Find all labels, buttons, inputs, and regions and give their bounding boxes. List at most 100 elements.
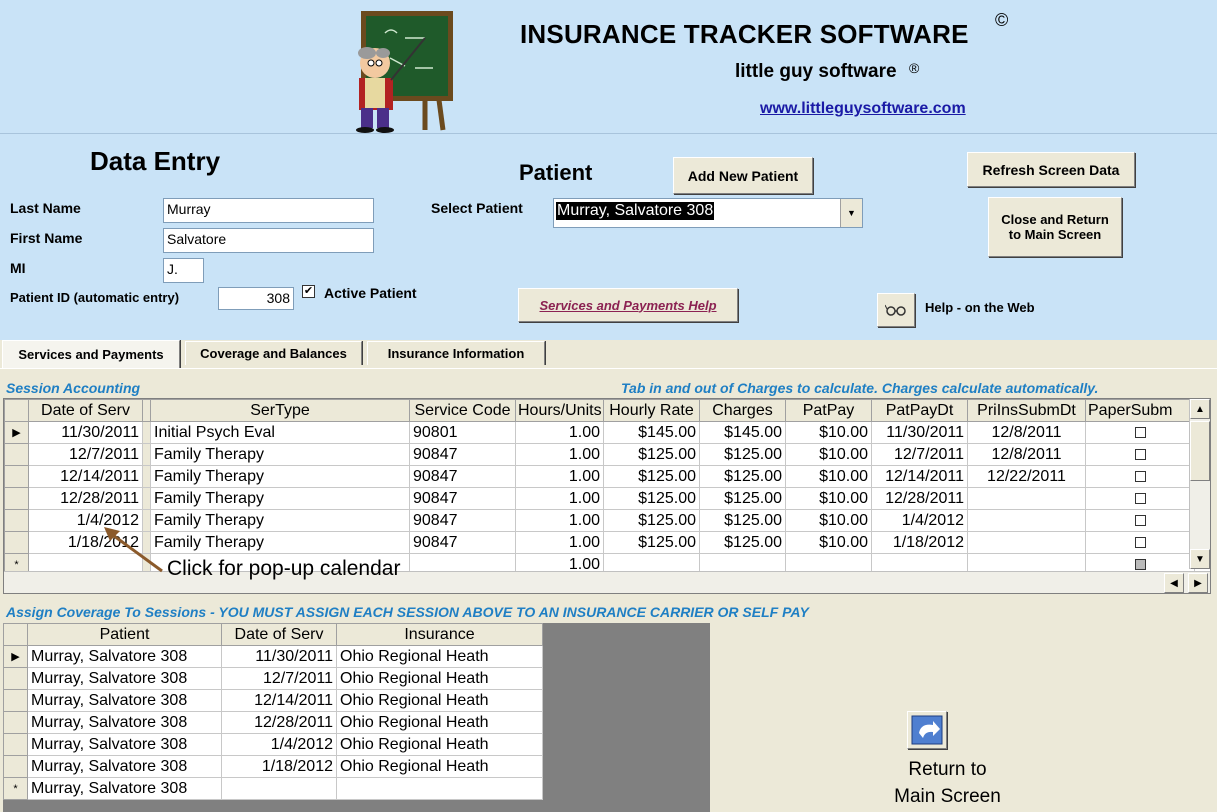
coverage-row[interactable]: Murray, Salvatore 308 1/18/2012 Ohio Regio… (3, 755, 543, 778)
row-selector[interactable] (4, 487, 29, 510)
col-header-submdt[interactable]: PriInsSubmDt (967, 399, 1086, 422)
cell-patpay[interactable]: $10.00 (785, 465, 872, 488)
active-patient-checkbox[interactable]: ✔ (302, 285, 315, 298)
cell-sertype[interactable]: Family Therapy (150, 531, 410, 554)
cell-hours[interactable]: 1.00 (515, 487, 604, 510)
cell-hours[interactable]: 1.00 (515, 421, 604, 444)
cell-papersubm[interactable] (1085, 487, 1195, 510)
cell-submdt[interactable]: 12/22/2011 (967, 465, 1086, 488)
row-selector[interactable]: ▶ (4, 421, 29, 444)
cell-sertype[interactable]: Family Therapy (150, 465, 410, 488)
session-row[interactable]: 12/14/2011 Family Therapy 90847 1.00 $125.00… (4, 465, 1195, 488)
close-return-button[interactable]: Close and Return to Main Screen (988, 197, 1122, 257)
cell-papersubm[interactable] (1085, 443, 1195, 466)
cell-date[interactable]: 11/30/2011 (221, 645, 337, 668)
cell-date[interactable]: 1/4/2012 (221, 733, 337, 756)
row-selector[interactable]: ▶ (3, 645, 28, 668)
tab-services-payments[interactable]: Services and Payments (2, 340, 180, 368)
refresh-screen-button[interactable]: Refresh Screen Data (967, 152, 1135, 187)
cell-patpay[interactable]: $10.00 (785, 421, 872, 444)
cell-charges[interactable]: $125.00 (699, 509, 786, 532)
session-row[interactable]: 1/4/2012 Family Therapy 90847 1.00 $125.00 $1… (4, 509, 1195, 532)
tab-insurance-information[interactable]: Insurance Information (367, 341, 545, 365)
cell-rate[interactable]: $125.00 (603, 443, 700, 466)
col-header-date[interactable]: Date of Serv (28, 399, 143, 422)
cell-rate[interactable]: $125.00 (603, 465, 700, 488)
col-header-charges[interactable]: Charges (699, 399, 786, 422)
select-patient-dropdown[interactable]: Murray, Salvatore 308 ▼ (553, 198, 863, 228)
coverage-row[interactable]: ▶ Murray, Salvatore 308 11/30/2011 Ohio Reg… (3, 645, 543, 668)
cell-submdt[interactable]: 12/8/2011 (967, 421, 1086, 444)
row-selector[interactable] (4, 465, 29, 488)
cell-patpay[interactable]: $10.00 (785, 443, 872, 466)
cell-charges[interactable]: $125.00 (699, 487, 786, 510)
website-link[interactable]: www.littleguysoftware.com (760, 100, 966, 118)
row-selector[interactable] (3, 711, 28, 734)
return-main-button[interactable] (907, 711, 947, 749)
chevron-down-icon[interactable]: ▼ (840, 199, 862, 227)
cell-patpaydt[interactable]: 11/30/2011 (871, 421, 968, 444)
cell-papersubm[interactable] (1085, 465, 1195, 488)
cell-patient[interactable]: Murray, Salvatore 308 (27, 733, 222, 756)
cell-sertype[interactable]: Family Therapy (150, 509, 410, 532)
last-name-field[interactable]: Murray (163, 198, 374, 223)
cell-hours[interactable]: 1.00 (515, 509, 604, 532)
paper-subm-checkbox[interactable] (1134, 536, 1146, 548)
col-header-sertype[interactable]: SerType (150, 399, 410, 422)
col-header-rate[interactable]: Hourly Rate (603, 399, 700, 422)
paper-subm-checkbox[interactable] (1134, 492, 1146, 504)
cell-patpay[interactable]: $10.00 (785, 509, 872, 532)
cell-patpaydt[interactable]: 12/14/2011 (871, 465, 968, 488)
row-selector[interactable] (4, 531, 29, 554)
session-row[interactable]: 12/7/2011 Family Therapy 90847 1.00 $125.00 $… (4, 443, 1195, 466)
cell-patient[interactable]: Murray, Salvatore 308 (27, 667, 222, 690)
row-selector[interactable] (4, 509, 29, 532)
paper-subm-checkbox[interactable] (1134, 426, 1146, 438)
cell-service-code[interactable]: 90801 (409, 421, 516, 444)
cell-date[interactable]: 1/18/2012 (221, 755, 337, 778)
cell-charges[interactable]: $125.00 (699, 531, 786, 554)
col-header-service-code[interactable]: Service Code (409, 399, 516, 422)
paper-subm-checkbox[interactable] (1134, 470, 1146, 482)
row-selector[interactable] (3, 733, 28, 756)
cell-papersubm[interactable] (1085, 531, 1195, 554)
scroll-thumb[interactable] (1190, 421, 1210, 481)
cell-insurance[interactable]: Ohio Regional Heath (336, 689, 543, 712)
cell-date[interactable] (221, 777, 337, 800)
row-selector[interactable] (3, 689, 28, 712)
cell-insurance[interactable]: Ohio Regional Heath (336, 667, 543, 690)
cell-patpaydt[interactable]: 12/28/2011 (871, 487, 968, 510)
cell-date[interactable]: 11/30/2011 (28, 421, 143, 444)
cell-sertype[interactable]: Initial Psych Eval (150, 421, 410, 444)
cell-hours[interactable]: 1.00 (515, 531, 604, 554)
cell-charges[interactable]: $125.00 (699, 465, 786, 488)
cell-patient[interactable]: Murray, Salvatore 308 (27, 755, 222, 778)
session-row[interactable]: 1/18/2012 Family Therapy 90847 1.00 $125.00 $… (4, 531, 1195, 554)
cell-patient[interactable]: Murray, Salvatore 308 (27, 689, 222, 712)
coverage-grid[interactable]: Patient Date of Serv Insurance ▶ Murray, … (3, 623, 710, 812)
cell-rate[interactable]: $145.00 (603, 421, 700, 444)
cell-submdt[interactable] (967, 531, 1086, 554)
web-help-button[interactable] (877, 293, 915, 327)
cell-patient[interactable]: Murray, Salvatore 308 (27, 711, 222, 734)
col-header-patpaydt[interactable]: PatPayDt (871, 399, 968, 422)
cell-rate[interactable]: $125.00 (603, 531, 700, 554)
col-header-patient[interactable]: Patient (27, 623, 222, 646)
row-selector[interactable] (3, 755, 28, 778)
session-row[interactable]: 12/28/2011 Family Therapy 90847 1.00 $125.00… (4, 487, 1195, 510)
cell-sertype[interactable]: Family Therapy (150, 443, 410, 466)
cell-insurance[interactable]: Ohio Regional Heath (336, 755, 543, 778)
cell-service-code[interactable]: 90847 (409, 465, 516, 488)
cell-patpay[interactable]: $10.00 (785, 531, 872, 554)
coverage-new-row[interactable]: * Murray, Salvatore 308 (3, 777, 543, 800)
cell-sertype[interactable]: Family Therapy (150, 487, 410, 510)
cell-service-code[interactable]: 90847 (409, 509, 516, 532)
cell-patpay[interactable]: $10.00 (785, 487, 872, 510)
col-header-date[interactable]: Date of Serv (221, 623, 337, 646)
paper-subm-checkbox[interactable] (1134, 514, 1146, 526)
paper-subm-checkbox[interactable] (1134, 448, 1146, 460)
cell-rate[interactable]: $125.00 (603, 487, 700, 510)
cell-submdt[interactable] (967, 509, 1086, 532)
col-header-patpay[interactable]: PatPay (785, 399, 872, 422)
add-new-patient-button[interactable]: Add New Patient (673, 157, 813, 194)
